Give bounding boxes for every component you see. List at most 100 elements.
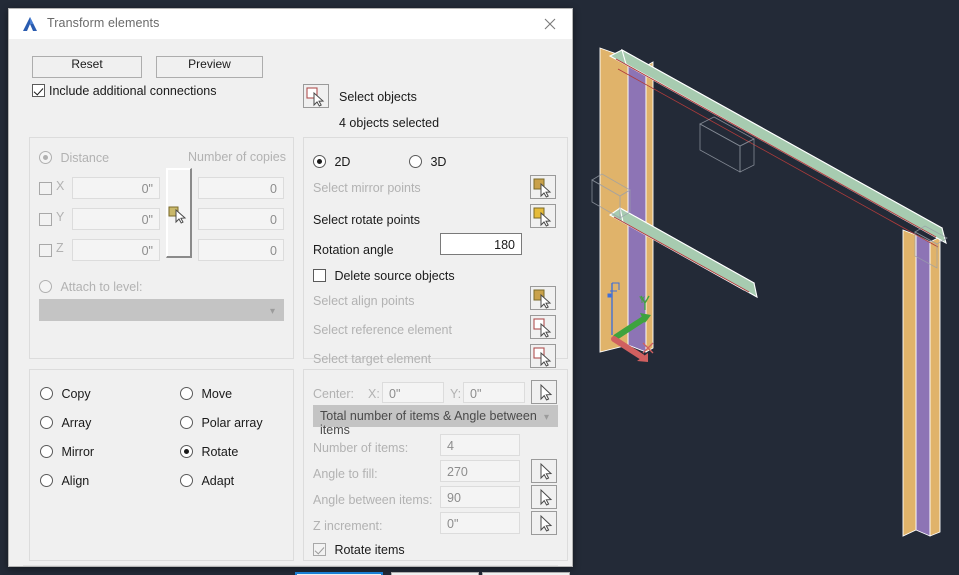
axis-y-copies-input[interactable]: 0 [198, 208, 284, 230]
radio-dot [313, 155, 326, 168]
autodesk-a-icon [22, 16, 38, 32]
reset-button[interactable]: Reset [32, 56, 142, 78]
link-distance-button[interactable] [166, 168, 192, 258]
include-additional-connections-checkbox[interactable]: Include additional connections [32, 84, 216, 98]
mode-copy-radio[interactable]: Copy [40, 385, 91, 403]
array-method-value: Total number of items & Angle between it… [320, 409, 537, 437]
array-method-combo[interactable]: Total number of items & Angle between it… [313, 405, 558, 437]
transform-elements-dialog: Transform elements Reset Preview Include… [8, 8, 573, 575]
select-rotate-points-button[interactable] [530, 204, 556, 228]
axis-x-copies-input[interactable]: 0 [198, 177, 284, 199]
axis-x-label: X [56, 179, 65, 193]
center-x-label: X: [368, 387, 380, 401]
z-increment-input[interactable]: 0" [440, 512, 520, 534]
checkbox-box [39, 213, 52, 226]
delete-source-objects-label: Delete source objects [334, 269, 455, 283]
axis-y-checkbox[interactable] [39, 211, 52, 229]
center-pick-button[interactable] [531, 380, 557, 404]
footer-divider [23, 565, 558, 566]
select-target-element-button[interactable] [530, 344, 556, 368]
angle-between-items-input[interactable]: 90 [440, 486, 520, 508]
reset-button-label: Reset [71, 57, 103, 71]
attach-to-level-radio[interactable]: Attach to level: [39, 278, 142, 296]
dimension-2d-label: 2D [334, 155, 351, 169]
dialog-title: Transform elements [47, 16, 160, 30]
mode-adapt-radio[interactable]: Adapt [180, 472, 234, 490]
checkbox-box [313, 269, 326, 282]
dialog-titlebar: Transform elements [9, 9, 572, 39]
z-increment-pick-button[interactable] [531, 511, 557, 535]
close-icon[interactable] [528, 9, 572, 39]
center-y-input[interactable]: 0" [463, 382, 525, 403]
angle-to-fill-label: Angle to fill: [313, 467, 378, 481]
preview-button[interactable]: Preview [156, 56, 263, 78]
axis-x-distance-input[interactable]: 0" [72, 177, 160, 199]
mode-polar-array-radio[interactable]: Polar array [180, 414, 263, 432]
select-reference-element-label: Select reference element [313, 323, 452, 337]
dimension-3d-label: 3D [430, 155, 447, 169]
mode-rotate-radio[interactable]: Rotate [180, 443, 238, 461]
checkbox-box [39, 244, 52, 257]
radio-dot [40, 474, 53, 487]
dimension-2d-radio[interactable]: 2D [313, 153, 350, 171]
screen: Y Transform elements Reset Preview Inclu… [0, 0, 959, 575]
angle-to-fill-pick-button[interactable] [531, 459, 557, 483]
axis-y-label: Y [56, 210, 65, 224]
axis-x-checkbox[interactable] [39, 180, 52, 198]
attach-to-level-combo[interactable]: ▾ [39, 299, 284, 321]
checkbox-box [32, 84, 45, 97]
attach-to-level-value [40, 302, 46, 316]
mode-align-label: Align [61, 474, 90, 488]
select-reference-element-button[interactable] [530, 315, 556, 339]
mode-array-radio[interactable]: Array [40, 414, 91, 432]
angle-between-items-pick-button[interactable] [531, 485, 557, 509]
center-label: Center: [313, 387, 354, 401]
selection-status: 4 objects selected [339, 116, 440, 130]
mode-mirror-label: Mirror [61, 445, 95, 459]
mode-array-label: Array [61, 416, 92, 430]
z-increment-label: Z increment: [313, 519, 383, 533]
axis-y-distance-input[interactable]: 0" [72, 208, 160, 230]
select-rotate-points-label: Select rotate points [313, 213, 421, 227]
select-mirror-points-button[interactable] [530, 175, 556, 199]
attach-to-level-label: Attach to level: [60, 280, 143, 294]
include-additional-connections-label: Include additional connections [49, 84, 217, 98]
select-objects-button[interactable] [303, 84, 329, 108]
axis-z-distance-input[interactable]: 0" [72, 239, 160, 261]
distance-radio-label: Distance [60, 151, 110, 165]
preview-button-label: Preview [188, 57, 231, 71]
radio-dot [409, 155, 422, 168]
number-of-items-label: Number of items: [313, 441, 409, 455]
dimension-3d-radio[interactable]: 3D [409, 153, 446, 171]
radio-dot [40, 445, 53, 458]
radio-dot [180, 416, 193, 429]
axis-z-copies-input[interactable]: 0 [198, 239, 284, 261]
number-of-items-input[interactable]: 4 [440, 434, 520, 456]
distance-group: Distance Number of copies X 0" 0 Y 0" 0 [29, 137, 294, 359]
axis-z-checkbox[interactable] [39, 242, 52, 260]
polar-array-group: Center: X: 0" Y: 0" Total number of item… [303, 369, 568, 561]
axis-y-label: Y [639, 295, 645, 305]
select-align-points-label: Select align points [313, 294, 415, 308]
mode-move-label: Move [201, 387, 233, 401]
axis-z-label: Z [56, 241, 64, 255]
transform-mode-group: Copy Array Mirror Align Move Polar array… [29, 369, 294, 561]
mode-mirror-radio[interactable]: Mirror [40, 443, 94, 461]
select-target-element-label: Select target element [313, 352, 432, 366]
rotation-angle-input[interactable]: 180 [440, 233, 522, 255]
mode-adapt-label: Adapt [201, 474, 235, 488]
mode-polar-array-label: Polar array [201, 416, 263, 430]
rotate-items-checkbox[interactable]: Rotate items [313, 541, 405, 559]
checkbox-box [313, 543, 326, 556]
center-x-input[interactable]: 0" [382, 382, 444, 403]
select-align-points-button[interactable] [530, 286, 556, 310]
radio-dot [40, 416, 53, 429]
radio-dot [180, 445, 193, 458]
mode-align-radio[interactable]: Align [40, 472, 89, 490]
distance-radio[interactable]: Distance [39, 149, 109, 167]
angle-to-fill-input[interactable]: 270 [440, 460, 520, 482]
mode-move-radio[interactable]: Move [180, 385, 232, 403]
select-mirror-points-label: Select mirror points [313, 181, 421, 195]
chevron-down-icon: ▾ [269, 306, 275, 317]
delete-source-objects-checkbox[interactable]: Delete source objects [313, 267, 455, 285]
